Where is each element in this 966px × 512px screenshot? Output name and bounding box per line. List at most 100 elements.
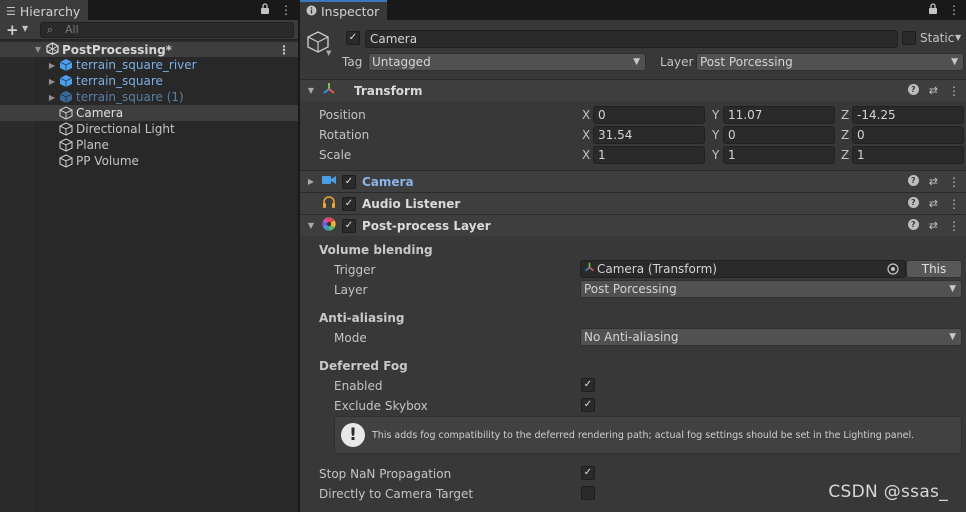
fog-info-helpbox: ! This adds fog compatibility to the def… xyxy=(334,416,962,454)
hierarchy-search-input[interactable]: ⌕ All xyxy=(40,22,294,38)
object-picker-icon[interactable] xyxy=(886,262,900,276)
add-dropdown-caret-icon[interactable]: ▼ xyxy=(22,24,28,33)
helpbox-text: This adds fog compatibility to the defer… xyxy=(372,429,915,441)
trigger-label: Trigger xyxy=(334,263,376,277)
transform-header[interactable]: ▼ Transform ? ⇄ ⋮ xyxy=(300,79,966,101)
list-item[interactable]: Plane xyxy=(0,137,298,153)
rotation-y-field[interactable]: 0 xyxy=(723,126,835,144)
presets-icon[interactable]: ⇄ xyxy=(929,219,938,233)
watermark-text: CSDN @ssas_ xyxy=(828,482,948,502)
tab-hierarchy[interactable]: ☰ Hierarchy xyxy=(0,0,89,20)
static-checkbox[interactable] xyxy=(902,31,916,45)
axis-y-label[interactable]: Y xyxy=(712,108,719,122)
unity-scene-icon xyxy=(46,41,59,58)
list-item[interactable]: ▶ terrain_square_river xyxy=(0,57,298,73)
axis-x-label[interactable]: X xyxy=(582,108,590,122)
axis-y-label[interactable]: Y xyxy=(712,148,719,162)
tab-hierarchy-label: Hierarchy xyxy=(19,4,81,19)
axis-y-label[interactable]: Y xyxy=(712,128,719,142)
help-icon[interactable]: ? xyxy=(907,197,919,208)
expand-icon[interactable]: ▶ xyxy=(47,61,57,70)
scale-y-field[interactable]: 1 xyxy=(723,146,835,164)
component-menu-icon[interactable]: ⋮ xyxy=(948,84,960,98)
object-name-input[interactable]: Camera xyxy=(365,30,898,48)
scale-x-field[interactable]: 1 xyxy=(593,146,705,164)
icon-picker-caret-icon[interactable]: ▼ xyxy=(326,49,331,57)
help-icon[interactable]: ? xyxy=(907,84,919,95)
position-y-field[interactable]: 11.07 xyxy=(723,106,835,124)
rotation-z-value: 0 xyxy=(857,128,865,142)
position-x-field[interactable]: 0 xyxy=(593,106,705,124)
audio-listener-header[interactable]: ▶ ✓ Audio Listener ? ⇄ ⋮ xyxy=(300,192,966,214)
info-icon xyxy=(306,4,317,19)
help-icon[interactable]: ? xyxy=(907,219,919,230)
scene-row[interactable]: ▼ PostProcessing* ⋮ xyxy=(0,41,298,57)
more-options-icon[interactable]: ⋮ xyxy=(948,3,960,17)
scene-fold-icon[interactable]: ▼ xyxy=(33,45,43,54)
direct-camera-checkbox[interactable] xyxy=(581,486,595,500)
component-menu-icon[interactable]: ⋮ xyxy=(948,219,960,233)
position-z-field[interactable]: -14.25 xyxy=(852,106,964,124)
axis-z-label[interactable]: Z xyxy=(841,128,849,142)
pp-layer-dropdown[interactable]: Post Porcessing ▼ xyxy=(580,280,962,298)
stop-nan-label: Stop NaN Propagation xyxy=(319,467,452,481)
trigger-object-field[interactable]: Camera (Transform) xyxy=(580,260,906,278)
rotation-y-value: 0 xyxy=(728,128,736,142)
list-item[interactable]: Directional Light xyxy=(0,121,298,137)
search-icon: ⌕ xyxy=(47,23,54,36)
scene-menu-icon[interactable]: ⋮ xyxy=(278,43,290,57)
camera-component-header[interactable]: ▶ ✓ Camera ? ⇄ ⋮ xyxy=(300,170,966,192)
list-item[interactable]: ▶ terrain_square (1) xyxy=(0,89,298,105)
post-process-layer-header[interactable]: ▼ ✓ Post-process Layer ? ⇄ ⋮ xyxy=(300,214,966,236)
static-dropdown-caret-icon[interactable]: ▼ xyxy=(955,33,961,42)
exclude-skybox-checkbox[interactable]: ✓ xyxy=(581,398,595,412)
lock-icon[interactable] xyxy=(260,3,270,17)
stop-nan-checkbox[interactable]: ✓ xyxy=(581,466,595,480)
more-options-icon[interactable]: ⋮ xyxy=(280,3,292,17)
presets-icon[interactable]: ⇄ xyxy=(929,84,938,98)
post-process-layer-title: Post-process Layer xyxy=(362,218,491,233)
presets-icon[interactable]: ⇄ xyxy=(929,175,938,189)
list-item[interactable]: PP Volume xyxy=(0,153,298,169)
expand-icon[interactable]: ▶ xyxy=(47,77,57,86)
axis-x-label[interactable]: X xyxy=(582,148,590,162)
lock-icon[interactable] xyxy=(928,3,938,17)
object-name-value: Camera xyxy=(370,32,418,46)
axis-z-label[interactable]: Z xyxy=(841,148,849,162)
fold-right-icon[interactable]: ▶ xyxy=(306,177,316,186)
component-menu-icon[interactable]: ⋮ xyxy=(948,175,960,189)
presets-icon[interactable]: ⇄ xyxy=(929,197,938,211)
list-item-label: terrain_square_river xyxy=(76,58,197,72)
audio-listener-title: Audio Listener xyxy=(362,196,461,211)
aa-mode-dropdown[interactable]: No Anti-aliasing ▼ xyxy=(580,328,962,346)
list-item-label: Directional Light xyxy=(76,122,175,136)
rotation-z-field[interactable]: 0 xyxy=(852,126,964,144)
post-process-enabled-checkbox[interactable]: ✓ xyxy=(342,218,356,233)
active-checkbox[interactable]: ✓ xyxy=(346,31,360,45)
video-camera-icon xyxy=(322,174,336,189)
camera-enabled-checkbox[interactable]: ✓ xyxy=(342,174,356,189)
axis-z-label[interactable]: Z xyxy=(841,108,849,122)
this-button[interactable]: This xyxy=(906,260,962,278)
component-menu-icon[interactable]: ⋮ xyxy=(948,197,960,211)
prefab-cube-icon xyxy=(59,90,73,104)
tag-dropdown[interactable]: Untagged ▼ xyxy=(368,53,646,71)
add-object-button[interactable]: + xyxy=(6,21,19,39)
expand-icon[interactable]: ▶ xyxy=(47,93,57,102)
fog-enabled-checkbox[interactable]: ✓ xyxy=(581,378,595,392)
rotation-x-field[interactable]: 31.54 xyxy=(593,126,705,144)
scale-z-value: 1 xyxy=(857,148,865,162)
tab-inspector[interactable]: Inspector xyxy=(300,0,388,20)
fold-down-icon[interactable]: ▼ xyxy=(306,86,316,95)
axis-x-label[interactable]: X xyxy=(582,128,590,142)
audio-enabled-checkbox[interactable]: ✓ xyxy=(342,196,356,211)
help-icon[interactable]: ? xyxy=(907,175,919,186)
list-item[interactable]: ▶ terrain_square xyxy=(0,73,298,89)
layer-dropdown[interactable]: Post Porcessing ▼ xyxy=(696,53,964,71)
list-item-label: Plane xyxy=(76,138,109,152)
pp-layer-value: Post Porcessing xyxy=(584,282,677,296)
gameobject-cube-icon xyxy=(59,138,73,152)
fold-down-icon[interactable]: ▼ xyxy=(306,221,316,230)
list-item[interactable]: Camera xyxy=(0,105,298,121)
scale-z-field[interactable]: 1 xyxy=(852,146,964,164)
